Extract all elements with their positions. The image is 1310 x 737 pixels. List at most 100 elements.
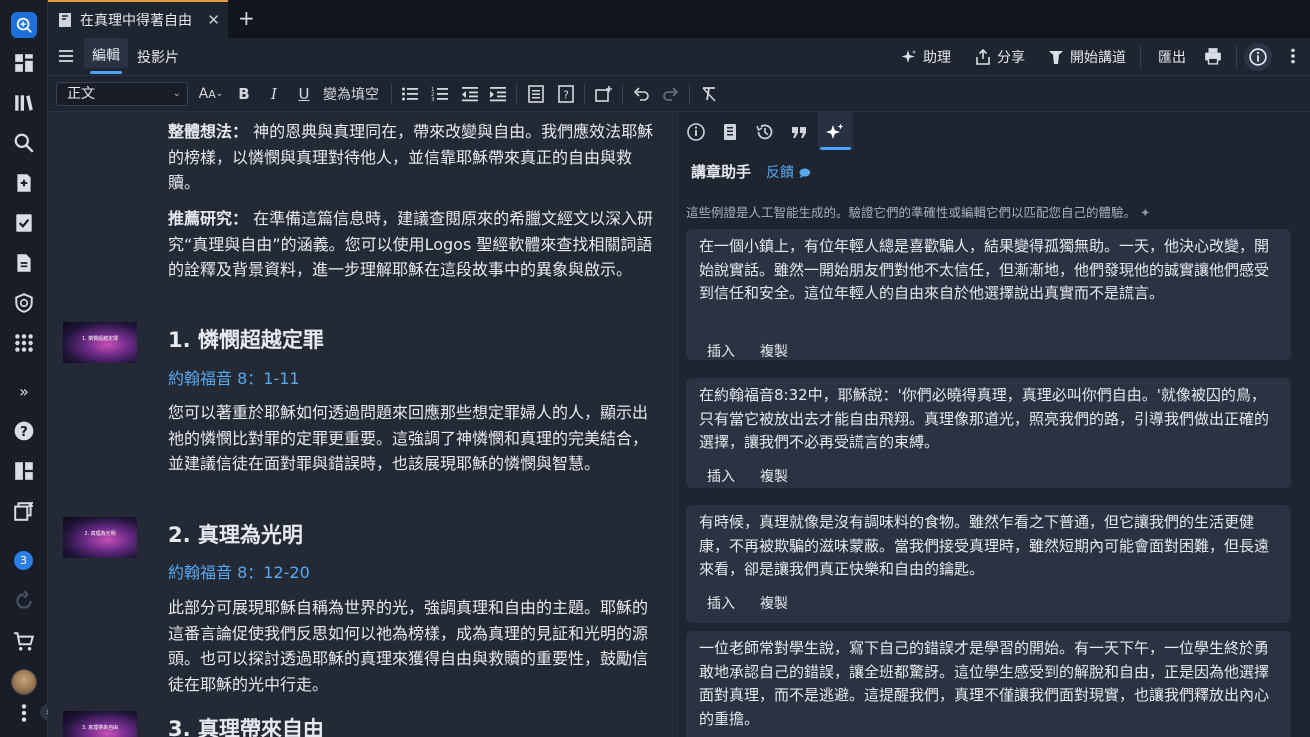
share-button[interactable]: 分享 (975, 47, 1025, 67)
divider (1140, 46, 1141, 68)
slide-thumbnail-title: 3. 真理帶來自由 (81, 725, 119, 731)
section-heading[interactable]: 3. 真理帶來自由 (168, 713, 324, 737)
illustration-card: 在約翰福音8:32中，耶穌說：'你們必曉得真理，真理必叫你們自由。'就像被囚的鳥… (686, 378, 1291, 488)
divider (391, 84, 392, 104)
overall-idea-paragraph[interactable]: 整體想法： 神的恩典與真理同在，帶來改變與自由。我們應效法耶穌的榜樣，以憐憫與真… (168, 119, 663, 196)
close-panels-icon[interactable] (9, 496, 39, 526)
feedback-link[interactable]: 反饋 🗩 (766, 162, 811, 184)
sermon-assistant-panel: 講章助手 反饋 🗩 這些例證是人工智能生成的。驗證它們的準確性或編輯它們以匹配您… (677, 112, 1310, 737)
question-block-icon[interactable]: ? (556, 83, 576, 105)
assistant-button[interactable]: 助理 (901, 47, 951, 67)
paragraph-style-value: 正文 (67, 86, 95, 102)
italic-icon[interactable]: I (264, 83, 284, 105)
add-slide-icon[interactable] (594, 83, 614, 105)
panel-title: 講章助手 (691, 163, 752, 181)
undo-icon[interactable] (631, 83, 651, 105)
app-rail: » ? 3 › (0, 0, 56, 737)
cart-icon[interactable] (9, 626, 39, 656)
tab-edit[interactable]: 編輯 (84, 38, 128, 74)
avatar[interactable] (11, 669, 37, 695)
more-vertical-icon[interactable] (9, 698, 39, 728)
section-body[interactable]: 您可以著重於耶穌如何透過問題來回應那些想定罪婦人的人，顯示出祂的憐憫比對罪的定罪… (168, 400, 663, 477)
svg-text:3: 3 (431, 97, 435, 103)
illustration-text: 有時候，真理就像是沒有調味料的食物。雖然乍看之下普通，但它讓我們的生活更健康，不… (699, 513, 1270, 578)
share-label: 分享 (997, 50, 1025, 66)
insert-button[interactable]: 插入 (707, 593, 735, 613)
history-tab-icon[interactable] (753, 120, 777, 144)
hamburger-menu-icon[interactable] (56, 46, 76, 66)
expand-chevrons-icon[interactable]: » (9, 376, 39, 406)
checklist-icon[interactable] (9, 208, 39, 238)
section-body[interactable]: 此部分可展現耶穌自稱為世界的光，強調真理和自由的主題。耶穌的這番言論促使我們反思… (168, 595, 663, 697)
dashboard-icon[interactable] (9, 48, 39, 78)
sparkle-icon (901, 50, 917, 63)
format-toolbar: 正文 ⌄ A A ⌄ B I U 變為填空 123 ? (48, 76, 1310, 112)
slide-thumbnail-title: 1. 憐憫超越定罪 (81, 336, 119, 342)
info-tab-icon[interactable] (684, 120, 708, 144)
indent-icon[interactable] (488, 83, 508, 105)
feedback-label: 反饋 (766, 165, 794, 181)
quote-tab-icon[interactable] (787, 120, 811, 144)
library-icon[interactable] (9, 88, 39, 118)
more-vertical-icon (1291, 48, 1295, 64)
underline-icon[interactable]: U (294, 83, 314, 105)
illustration-text: 一位老師常對學生說，寫下自己的錯誤才是學習的開始。有一天下午，一位學生終於勇敢地… (699, 639, 1270, 728)
apps-grid-icon[interactable] (9, 328, 39, 358)
ai-assistant-tab-icon[interactable] (823, 120, 847, 144)
shield-icon[interactable] (9, 288, 39, 318)
slide-thumbnail-title: 2. 真理為光明 (84, 531, 116, 537)
outdent-icon[interactable] (460, 83, 480, 105)
print-button[interactable] (1204, 47, 1222, 65)
start-preaching-label: 開始講道 (1070, 50, 1126, 66)
copy-button[interactable]: 複製 (760, 466, 788, 486)
section-heading[interactable]: 2. 真理為光明 (168, 519, 303, 549)
insert-button[interactable]: 插入 (707, 341, 735, 361)
slide-thumbnail[interactable]: 2. 真理為光明 (63, 517, 137, 558)
copy-button[interactable]: 複製 (760, 593, 788, 613)
divider (622, 84, 623, 104)
redo-icon[interactable] (661, 83, 681, 105)
bullet-list-icon[interactable] (400, 83, 420, 105)
close-tab-icon[interactable]: ✕ (207, 11, 220, 29)
svg-text:?: ? (20, 425, 28, 440)
notes-tab-icon[interactable] (718, 120, 742, 144)
info-button[interactable] (1244, 43, 1272, 71)
layout-icon[interactable] (9, 456, 39, 486)
insert-button[interactable]: 插入 (707, 466, 735, 486)
slide-thumbnail[interactable]: 3. 真理帶來自由 (63, 711, 137, 737)
export-button[interactable]: 匯出 (1158, 47, 1186, 67)
document-tab[interactable]: 在真理中得著自由 ✕ (48, 0, 228, 38)
start-preaching-button[interactable]: 開始講道 (1048, 47, 1126, 67)
notification-badge[interactable]: 3 (14, 551, 33, 570)
fill-blank-button[interactable]: 變為填空 (323, 83, 379, 105)
bold-icon[interactable]: B (234, 83, 254, 105)
slide-thumbnail[interactable]: 1. 憐憫超越定罪 (63, 322, 137, 363)
numbered-list-icon[interactable]: 123 (430, 83, 450, 105)
search-icon[interactable] (9, 128, 39, 158)
illustration-card: 一位老師常對學生說，寫下自己的錯誤才是學習的開始。有一天下午，一位學生終於勇敢地… (686, 631, 1291, 737)
copy-button[interactable]: 複製 (760, 341, 788, 361)
sermon-editor[interactable]: 整體想法： 神的恩典與真理同在，帶來改變與自由。我們應效法耶穌的榜樣，以憐憫與真… (48, 112, 676, 737)
scripture-reference-link[interactable]: 約翰福音 8：1-11 (168, 365, 300, 389)
clear-formatting-icon[interactable] (699, 83, 719, 105)
new-tab-button[interactable]: + (238, 8, 255, 28)
tab-bar: 在真理中得著自由 ✕ + (48, 0, 1310, 38)
new-document-icon[interactable] (9, 168, 39, 198)
paragraph-style-select[interactable]: 正文 ⌄ (56, 82, 188, 106)
divider (584, 84, 585, 104)
info-icon (1249, 48, 1267, 66)
help-icon[interactable]: ? (9, 416, 39, 446)
text-block-icon[interactable] (526, 83, 546, 105)
recommended-study-paragraph[interactable]: 推薦研究： 在準備這篇信息時，建議查閱原來的希臘文經文以深入研究“真理與自由”的… (168, 206, 663, 283)
scripture-reference-link[interactable]: 約翰福音 8：12-20 (168, 559, 310, 583)
chevron-down-icon: ⌄ (172, 88, 181, 99)
divider (1236, 46, 1237, 68)
illustration-text: 在一個小鎮上，有位年輕人總是喜歡騙人，結果變得孤獨無助。一天，他決心改變，開始說… (699, 237, 1270, 302)
font-size-icon[interactable]: A A ⌄ (196, 83, 226, 105)
tab-slides[interactable]: 投影片 (137, 47, 179, 67)
sync-icon[interactable] (9, 586, 39, 616)
document-icon[interactable] (9, 248, 39, 278)
logos-logo-icon[interactable] (11, 12, 37, 38)
section-heading[interactable]: 1. 憐憫超越定罪 (168, 324, 324, 354)
more-options-button[interactable] (1284, 47, 1302, 65)
